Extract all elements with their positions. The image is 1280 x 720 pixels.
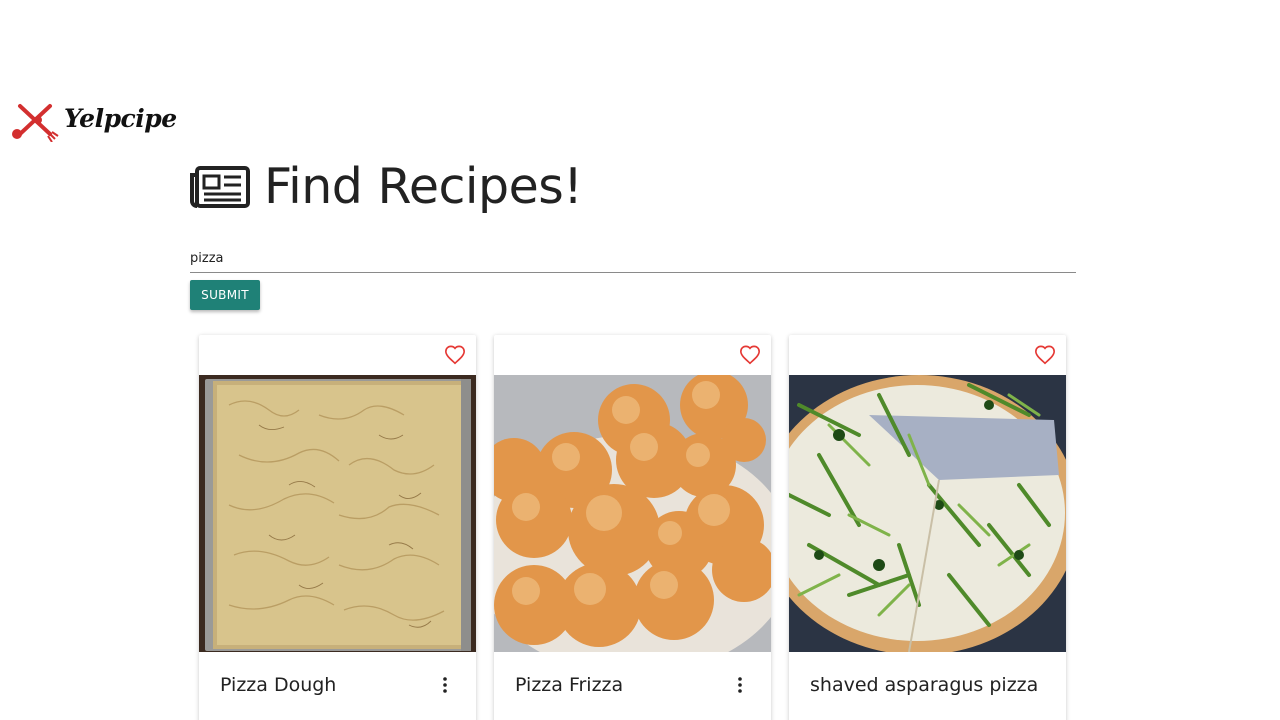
more-vert-icon[interactable] xyxy=(440,676,450,694)
brand-logo[interactable]: Yelpcipe xyxy=(10,100,177,142)
card-footer: shaved asparagus pizza xyxy=(789,652,1066,712)
recipe-card[interactable]: Pizza Frizza xyxy=(494,335,771,720)
heart-outline-icon[interactable] xyxy=(1034,344,1056,366)
recipe-photo-flatbread xyxy=(199,375,476,652)
card-header xyxy=(494,335,771,375)
search-input[interactable] xyxy=(190,244,1076,273)
heart-outline-icon[interactable] xyxy=(444,344,466,366)
recipe-title[interactable]: Pizza Dough xyxy=(220,674,336,696)
card-header xyxy=(199,335,476,375)
submit-button[interactable]: SUBMIT xyxy=(190,280,260,310)
heart-outline-icon[interactable] xyxy=(739,344,761,366)
recipe-search-page: Yelpcipe Find Recipes! SUBMIT xyxy=(0,0,1280,720)
newspaper-icon xyxy=(190,165,250,208)
card-header xyxy=(789,335,1066,375)
search-field xyxy=(190,244,1076,273)
card-footer: Pizza Dough xyxy=(199,652,476,712)
recipe-title[interactable]: shaved asparagus pizza xyxy=(810,674,1038,696)
recipe-photo-dough-balls xyxy=(494,375,771,652)
recipe-card[interactable]: shaved asparagus pizza xyxy=(789,335,1066,720)
recipe-image[interactable] xyxy=(789,375,1066,652)
recipe-card[interactable]: Pizza Dough xyxy=(199,335,476,720)
page-heading: Find Recipes! xyxy=(190,158,583,215)
brand-name: Yelpcipe xyxy=(64,103,177,133)
page-title: Find Recipes! xyxy=(264,158,583,215)
recipe-image[interactable] xyxy=(199,375,476,652)
recipe-photo-asparagus-pizza xyxy=(789,375,1066,652)
crossed-fork-spoon-logo-icon xyxy=(12,104,59,142)
more-vert-icon[interactable] xyxy=(735,676,745,694)
recipe-image[interactable] xyxy=(494,375,771,652)
recipe-title[interactable]: Pizza Frizza xyxy=(515,674,623,696)
card-footer: Pizza Frizza xyxy=(494,652,771,712)
